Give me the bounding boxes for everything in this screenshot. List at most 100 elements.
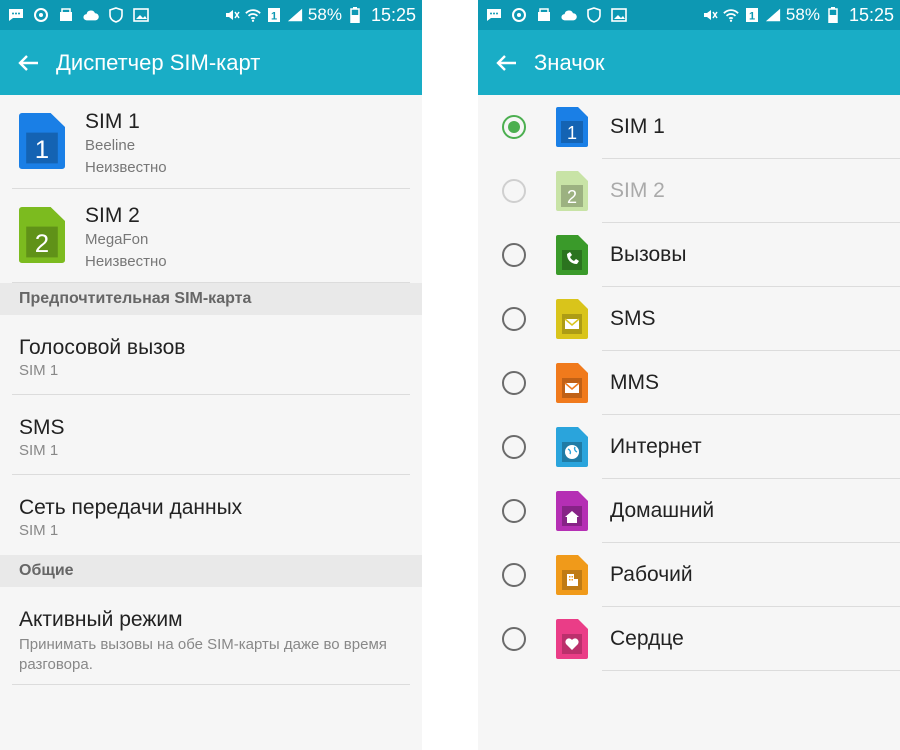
preferred-sim-setting[interactable]: Сеть передачи данных SIM 1 (0, 475, 422, 555)
radio-button[interactable] (502, 307, 526, 331)
battery-percent: 58% (785, 5, 820, 24)
wifi-icon (723, 7, 739, 23)
wifi-icon (245, 7, 261, 23)
radio-button[interactable] (502, 499, 526, 523)
usb-icon (58, 7, 74, 23)
chat-icon (486, 7, 502, 23)
sim-card-status: Неизвестно (85, 253, 167, 270)
option-label: MMS (610, 371, 659, 394)
image-icon (611, 7, 627, 23)
svg-text:1: 1 (567, 123, 577, 143)
radio-button[interactable] (502, 371, 526, 395)
notification-icons (486, 7, 702, 23)
radio-button[interactable] (502, 243, 526, 267)
sim-card-icon: 2 (19, 207, 65, 263)
active-mode-description: Принимать вызовы на обе SIM-карты даже в… (19, 636, 387, 673)
sim1-icon: 1 (556, 107, 588, 147)
sim-manager-screen: 1 58% 15:25 Диспетчер SIM-карт 1 SIM 1 Bee… (0, 0, 422, 750)
back-button[interactable] (478, 30, 534, 95)
sim-card-text: SIM 2 MegaFon Неизвестно (85, 203, 167, 273)
back-arrow-icon (496, 54, 516, 71)
sim2-icon: 2 (556, 171, 588, 211)
globe-icon (556, 427, 588, 467)
battery-percent: 58% (307, 5, 342, 24)
divider (12, 282, 410, 283)
svg-text:1: 1 (271, 11, 277, 23)
sms-envelope-icon (556, 299, 588, 339)
page-title: Диспетчер SIM-карт (56, 49, 261, 75)
setting-value: SIM 1 (19, 362, 59, 379)
heart-icon (556, 619, 588, 659)
radio-button[interactable] (502, 627, 526, 651)
divider (12, 684, 410, 685)
active-mode-title: Активный режим (19, 608, 183, 631)
system-icons: 1 58% 15:25 (702, 5, 894, 26)
app-bar: Диспетчер SIM-карт (0, 30, 422, 95)
sync-icon (33, 7, 49, 23)
usb-icon (536, 7, 552, 23)
svg-text:1: 1 (749, 11, 755, 23)
shield-icon (586, 7, 602, 23)
mute-icon (224, 7, 240, 23)
svg-text:2: 2 (35, 230, 49, 258)
sim-card-operator: Beeline (85, 137, 136, 154)
icon-option[interactable]: Вызовы (478, 223, 900, 287)
back-button[interactable] (0, 30, 56, 95)
preferred-sim-setting[interactable]: Голосовой вызов SIM 1 (0, 315, 422, 395)
sim-card-icon: 1 (19, 113, 65, 169)
option-label: Домашний (610, 499, 715, 522)
building-icon (556, 555, 588, 595)
cloud-icon (83, 7, 99, 23)
icon-option[interactable]: Домашний (478, 479, 900, 543)
radio-button (502, 179, 526, 203)
radio-button[interactable] (502, 115, 526, 139)
image-icon (133, 7, 149, 23)
sim-card-name: SIM 1 (85, 110, 140, 133)
preferred-sim-setting[interactable]: SMS SIM 1 (0, 395, 422, 475)
signal-icon (287, 7, 303, 23)
sim-card-text: SIM 1 Beeline Неизвестно (85, 109, 167, 179)
cloud-icon (561, 7, 577, 23)
section-header-preferred: Предпочтительная SIM-карта (0, 283, 422, 315)
app-bar: Значок (478, 30, 900, 95)
setting-title: SMS (19, 416, 65, 439)
setting-value: SIM 1 (19, 522, 59, 539)
icon-option-list: 1 SIM 1 2 SIM 2 Вызовы SMS MMS Интернет Домашний… (478, 95, 900, 671)
setting-title: Сеть передачи данных (19, 496, 243, 519)
option-label: SMS (610, 307, 656, 330)
section-header-general: Общие (0, 555, 422, 587)
sim-card-item[interactable]: 2 SIM 2 MegaFon Неизвестно (0, 189, 422, 283)
icon-option: 2 SIM 2 (478, 159, 900, 223)
setting-title: Голосовой вызов (19, 336, 186, 359)
svg-text:2: 2 (567, 187, 577, 207)
signal-icon (765, 7, 781, 23)
status-bar: 1 58% 15:25 (0, 0, 422, 30)
clock: 15:25 (848, 4, 894, 25)
icon-option[interactable]: 1 SIM 1 (478, 95, 900, 159)
active-mode-setting[interactable]: Активный режим Принимать вызовы на обе S… (0, 587, 422, 719)
divider (602, 670, 900, 671)
status-bar: 1 58% 15:25 (478, 0, 900, 30)
icon-option[interactable]: Сердце (478, 607, 900, 671)
back-arrow-icon (18, 54, 38, 71)
option-label: SIM 1 (610, 115, 665, 138)
sim-card-operator: MegaFon (85, 231, 149, 248)
phone-icon (556, 235, 588, 275)
icon-option[interactable]: MMS (478, 351, 900, 415)
option-label: Интернет (610, 435, 702, 458)
battery-icon (825, 7, 841, 23)
battery-icon (347, 7, 363, 23)
mute-icon (702, 7, 718, 23)
sim-card-item[interactable]: 1 SIM 1 Beeline Неизвестно (0, 95, 422, 189)
radio-button[interactable] (502, 435, 526, 459)
sync-icon (511, 7, 527, 23)
sim-card-list: 1 SIM 1 Beeline Неизвестно 2 SIM 2 MegaFon Неиз… (0, 95, 422, 283)
radio-button[interactable] (502, 563, 526, 587)
sim-card-name: SIM 2 (85, 204, 140, 227)
preferred-sim-list: Голосовой вызов SIM 1 SMS SIM 1 Сеть передач… (0, 315, 422, 555)
icon-option[interactable]: Рабочий (478, 543, 900, 607)
sim-signal-icon: 1 (266, 7, 282, 23)
option-label: Вызовы (610, 243, 687, 266)
icon-option[interactable]: SMS (478, 287, 900, 351)
icon-option[interactable]: Интернет (478, 415, 900, 479)
